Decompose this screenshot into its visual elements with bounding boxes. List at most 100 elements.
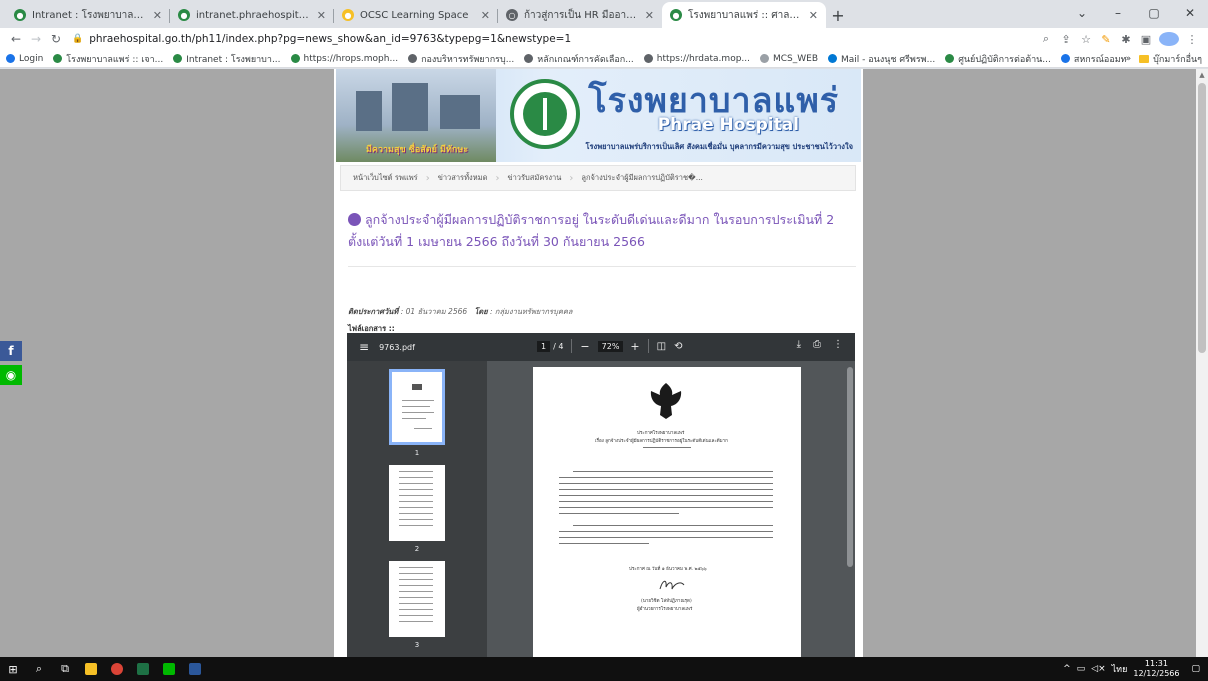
breadcrumb-home[interactable]: หน้าเว็บไซต์ รพแพร่ ›	[353, 172, 438, 184]
globe-icon	[348, 213, 361, 226]
browser-tab[interactable]: ○ ก้าวสู่การเป็น HR มืออาชีพ - Optim ✕	[498, 2, 662, 28]
rotate-icon[interactable]: ⟲	[674, 341, 682, 352]
bookmark-favicon-icon	[6, 54, 15, 63]
extension-icon[interactable]: ✎	[1096, 33, 1116, 46]
zoom-in-icon[interactable]: +	[630, 340, 639, 353]
bookmark-item[interactable]: Mail - อนงนุช ศรีพรพ...	[828, 52, 935, 66]
print-icon[interactable]: ⎙	[813, 339, 821, 350]
breadcrumb: หน้าเว็บไซต์ รพแพร่ › ข่าวสารทั้งหมด › ข่า…	[340, 165, 856, 191]
tab-close-icon[interactable]: ✕	[481, 9, 490, 22]
excel-icon[interactable]	[130, 657, 156, 681]
browser-tab[interactable]: ● Intranet : โรงพยาบาลแพร่ ✕	[6, 2, 170, 28]
page-scrollbar[interactable]: ▲	[1196, 69, 1208, 657]
bookmark-item[interactable]: https://hrdata.mop...	[643, 54, 750, 64]
scroll-up-icon[interactable]: ▲	[1196, 71, 1208, 79]
tab-close-icon[interactable]: ✕	[809, 9, 818, 22]
tab-close-icon[interactable]: ✕	[153, 9, 162, 22]
chrome-icon[interactable]	[104, 657, 130, 681]
bookmark-item[interactable]: กองบริหารทรัพยากรบุ...	[408, 52, 514, 66]
bookmark-favicon-icon	[524, 54, 534, 63]
file-explorer-icon[interactable]	[78, 657, 104, 681]
tab-close-icon[interactable]: ✕	[317, 9, 326, 22]
zoom-level[interactable]: 72%	[597, 340, 624, 352]
browser-tab-active[interactable]: ● โรงพยาบาลแพร่ :: ศาลพร้อมทุกด้าน ✕	[662, 2, 826, 28]
windows-taskbar: ⊞ ⌕ ⧉ ^ ▭ ◁× ไทย 11:31 12/12/2566 ▢	[0, 657, 1208, 681]
line-app-icon[interactable]	[156, 657, 182, 681]
lock-icon[interactable]: 🔒	[72, 34, 83, 44]
bookmark-item[interactable]: ศูนย์ปฏิบัติการต่อต้าน...	[945, 52, 1051, 66]
star-icon[interactable]: ☆	[1076, 33, 1096, 46]
tab-title: Intranet : โรงพยาบาลแพร่	[32, 9, 147, 21]
pdf-viewer[interactable]: ≡ 9763.pdf 1 / 4 − 72% + ◫ ⟲ ⤓ ⎙ ⋮ 1 2 3…	[347, 333, 855, 657]
tab-search-icon[interactable]: ⌄	[1064, 6, 1100, 20]
browser-tab[interactable]: ● OCSC Learning Space ✕	[334, 2, 498, 28]
pdf-thumbnail-page[interactable]	[389, 465, 445, 541]
bookmark-favicon-icon	[1060, 54, 1070, 63]
pdf-thumbnail-page[interactable]	[389, 369, 445, 445]
input-language[interactable]: ไทย	[1112, 662, 1128, 676]
line-share-icon[interactable]: ◉	[0, 365, 22, 385]
tab-title: ก้าวสู่การเป็น HR มืออาชีพ - Optim	[524, 9, 639, 21]
menu-kebab-icon[interactable]: ⋮	[1182, 33, 1202, 46]
bookmark-item[interactable]: โรงพยาบาลแพร่ :: เจา...	[53, 52, 163, 66]
breadcrumb-all-news[interactable]: ข่าวสารทั้งหมด ›	[438, 172, 508, 184]
share-icon[interactable]: ⇪	[1056, 33, 1076, 46]
facebook-share-icon[interactable]: f	[0, 341, 22, 361]
more-bookmarks-icon[interactable]: »	[1126, 54, 1132, 64]
windows-start-icon[interactable]: ⊞	[0, 657, 26, 681]
clock[interactable]: 11:31 12/12/2566	[1133, 659, 1179, 679]
folder-icon	[1139, 54, 1150, 63]
news-title: ลูกจ้างประจำผู้มีผลการปฏิบัติราชการอยู่ …	[348, 212, 835, 249]
bookmark-item[interactable]: https://hrops.moph...	[290, 54, 398, 64]
address-bar[interactable]: 🔒 phraehospital.go.th/ph11/index.php?pg=…	[72, 30, 1028, 48]
bookmark-item[interactable]: สหกรณ์ออมทรัพย์โรงพ...	[1060, 52, 1126, 66]
bookmark-item[interactable]: MCS_WEB	[760, 54, 818, 64]
network-icon[interactable]: ▭	[1077, 664, 1086, 674]
pdf-page-controls: 1 / 4 − 72% + ◫ ⟲	[537, 339, 682, 353]
volume-icon[interactable]: ◁×	[1091, 664, 1105, 674]
sidepanel-icon[interactable]: ▣	[1136, 33, 1156, 46]
zoom-icon[interactable]: ⌕	[1036, 32, 1056, 46]
pdf-page: ประกาศโรงพยาบาลแพร่ เรื่อง ลูกจ้างประจำผ…	[533, 367, 801, 657]
thumbnail-number: 2	[414, 545, 420, 553]
profile-avatar[interactable]	[1159, 32, 1179, 46]
word-icon[interactable]	[182, 657, 208, 681]
notification-icon[interactable]: ▢	[1191, 664, 1200, 674]
bookmark-favicon-icon	[760, 54, 769, 63]
maximize-button[interactable]: ▢	[1136, 6, 1172, 20]
other-bookmarks[interactable]: บุ๊กมาร์กอื่นๆ	[1153, 52, 1202, 66]
pdf-more-icon[interactable]: ⋮	[833, 339, 843, 350]
puzzle-icon[interactable]: ✱	[1116, 33, 1136, 46]
tray-chevron-icon[interactable]: ^	[1063, 664, 1071, 674]
reload-icon[interactable]: ↻	[46, 32, 66, 46]
pdf-scrollbar[interactable]	[847, 367, 853, 567]
hamburger-menu-icon[interactable]: ≡	[359, 340, 369, 354]
breadcrumb-jobs[interactable]: ข่าวรับสมัครงาน ›	[507, 172, 581, 184]
tab-close-icon[interactable]: ✕	[645, 9, 654, 22]
forward-arrow-icon[interactable]: →	[26, 32, 46, 46]
browser-tab[interactable]: ● intranet.phraehospital.go.th/int ✕	[170, 2, 334, 28]
thumbnail-number: 1	[414, 449, 420, 457]
bookmark-favicon-icon	[643, 54, 653, 63]
banner-slogan: โรงพยาบาลแพร่บริการเป็นเลิศ สังคมเชื่อมั…	[585, 142, 854, 151]
doc-heading: ประกาศโรงพยาบาลแพร่	[637, 431, 685, 436]
new-tab-button[interactable]: +	[826, 2, 850, 28]
close-window-button[interactable]: ✕	[1172, 6, 1208, 20]
pdf-thumbnails-panel: 1 2 3	[347, 361, 487, 657]
thumbnail-number: 3	[414, 641, 420, 649]
pdf-thumbnail-page[interactable]	[389, 561, 445, 637]
fit-page-icon[interactable]: ◫	[657, 341, 666, 352]
scrollbar-thumb[interactable]	[1198, 83, 1206, 353]
bookmark-item[interactable]: Intranet : โรงพยาบา...	[173, 52, 281, 66]
minimize-button[interactable]: –	[1100, 6, 1136, 20]
task-view-icon[interactable]: ⧉	[52, 657, 78, 681]
page-number-input[interactable]: 1	[537, 340, 551, 352]
bookmark-label: Mail - อนงนุช ศรีพรพ...	[841, 54, 936, 65]
back-arrow-icon[interactable]: ←	[6, 32, 26, 46]
bookmark-item[interactable]: หลักเกณฑ์การคัดเลือก...	[524, 52, 634, 66]
download-icon[interactable]: ⤓	[797, 339, 801, 350]
bookmark-item[interactable]: Login	[6, 54, 43, 64]
zoom-out-icon[interactable]: −	[580, 340, 589, 353]
search-icon[interactable]: ⌕	[26, 657, 52, 681]
pdf-canvas[interactable]: ประกาศโรงพยาบาลแพร่ เรื่อง ลูกจ้างประจำผ…	[487, 361, 855, 657]
